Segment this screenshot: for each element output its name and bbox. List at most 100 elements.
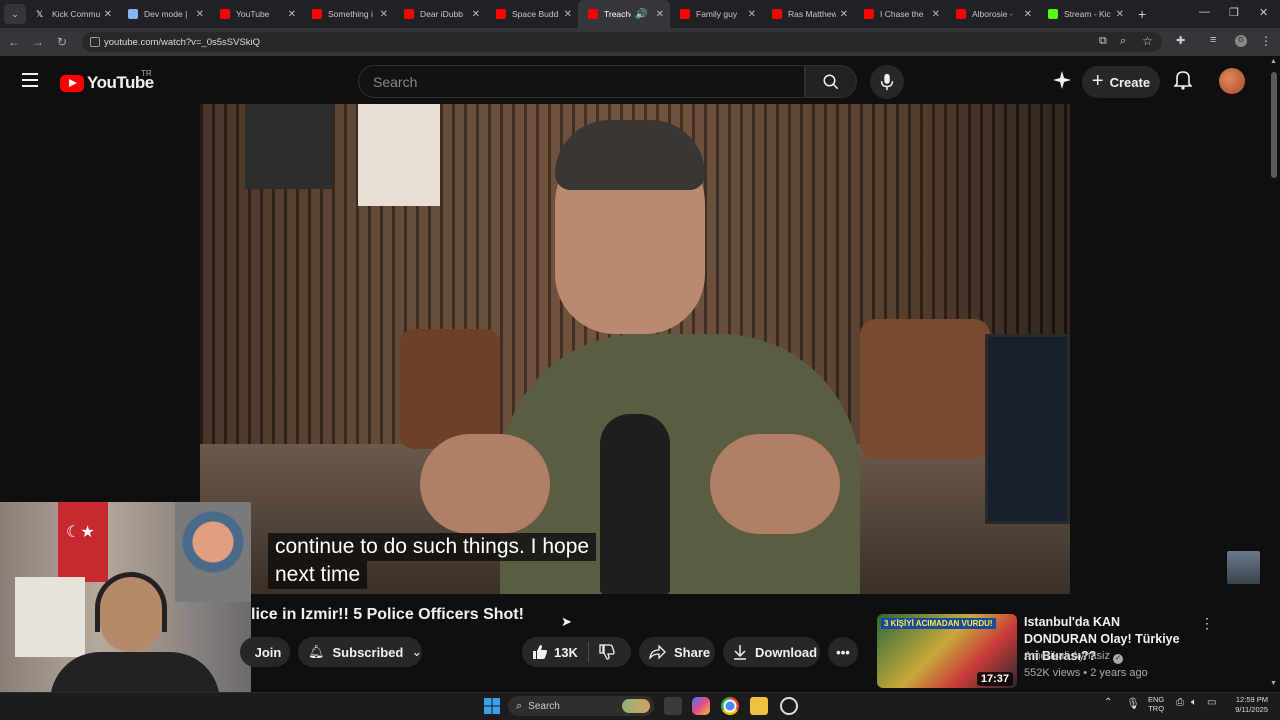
speaker-icon[interactable]: 🔊 — [635, 9, 647, 20]
search-input[interactable]: Search — [358, 65, 805, 98]
browser-tab[interactable]: Ras Matthew ✕ — [762, 0, 854, 28]
scroll-down-icon[interactable]: ▼ — [1270, 680, 1277, 687]
browser-tab-strip: ⌄ 𝕏 Kick Commu ✕ Dev mode | ✕ YouTube ✕ Some… — [0, 0, 1280, 28]
browser-tab[interactable]: Alborosie - ✕ — [946, 0, 1038, 28]
copilot-icon[interactable] — [692, 697, 710, 715]
search-highlight-icon — [622, 699, 650, 713]
close-icon[interactable]: ✕ — [840, 9, 848, 20]
scroll-up-icon[interactable]: ▲ — [1270, 58, 1277, 65]
join-button[interactable]: Join — [240, 637, 290, 667]
subscribed-button[interactable]: 🔔︎ Subscribed ⌄ — [298, 637, 422, 667]
tab-search-chevron-icon[interactable]: ⌄ — [4, 4, 26, 24]
video-frame-hair — [555, 120, 705, 190]
zoom-icon[interactable]: ⌕ — [1120, 35, 1126, 48]
browser-tab[interactable]: Stream - Kic ✕ — [1038, 0, 1130, 28]
extensions-icon[interactable]: ✚ — [1176, 34, 1185, 47]
webcam-board — [15, 577, 85, 657]
close-icon[interactable]: ✕ — [196, 9, 204, 20]
reload-icon[interactable]: ↻ — [50, 35, 74, 49]
taskbar-search-box[interactable]: ⌕ Search — [508, 696, 654, 716]
close-icon[interactable]: ✕ — [1024, 9, 1032, 20]
download-icon — [734, 645, 746, 660]
windows-start-icon[interactable] — [483, 697, 501, 715]
bookmark-star-icon[interactable]: ☆ — [1142, 34, 1153, 48]
youtube-play-icon — [60, 74, 84, 92]
browser-tab[interactable]: I Chase the ✕ — [854, 0, 946, 28]
back-icon[interactable]: ← — [2, 35, 26, 49]
close-icon[interactable]: ✕ — [472, 9, 480, 20]
page-scrollbar[interactable]: ▲ ▼ — [1268, 56, 1280, 692]
language-indicator[interactable]: ENG TRQ — [1148, 695, 1164, 713]
chrome-menu-icon[interactable]: ⋮ — [1260, 34, 1272, 48]
dislike-button[interactable] — [599, 644, 615, 660]
site-info-icon[interactable] — [90, 37, 100, 47]
address-bar[interactable]: youtube.com/watch?v=_0s5sSVSkiQ — [82, 32, 1162, 52]
browser-tab[interactable]: YouTube ✕ — [210, 0, 302, 28]
video-player[interactable] — [200, 104, 1070, 594]
share-button[interactable]: Share — [639, 637, 715, 667]
close-icon[interactable]: ✕ — [656, 9, 664, 20]
close-icon[interactable]: ✕ — [104, 9, 112, 20]
more-vertical-icon[interactable]: ⋮ — [1200, 615, 1214, 632]
search-placeholder: Search — [373, 73, 418, 90]
close-icon[interactable]: ✕ — [1116, 9, 1124, 20]
network-icon[interactable]: ⎙ — [1176, 697, 1184, 708]
tab-label: I Chase the — [880, 9, 924, 19]
battery-icon[interactable]: ▭ — [1207, 697, 1216, 708]
restore-icon[interactable]: ❐ — [1229, 6, 1239, 19]
video-frame-poster — [358, 104, 440, 206]
recommended-channel-name[interactable]: Amerikali Aynasiz ✓ — [1024, 650, 1124, 664]
youtube-logo[interactable]: YouTube — [60, 73, 154, 93]
system-clock[interactable]: 12:59 PM 9/11/2025 — [1222, 695, 1268, 715]
app-icon[interactable] — [780, 697, 798, 715]
download-button[interactable]: Download — [723, 637, 820, 667]
task-view-icon[interactable] — [664, 697, 682, 715]
minimize-icon[interactable]: — — [1199, 6, 1210, 18]
tray-overflow-chevron-icon[interactable]: ⌃ — [1104, 697, 1112, 708]
browser-tab[interactable]: Something i ✕ — [302, 0, 394, 28]
close-icon[interactable]: ✕ — [288, 9, 296, 20]
youtube-icon — [588, 9, 598, 19]
video-frame-chair — [860, 319, 990, 459]
browser-tab-active[interactable]: Treacher 🔊 ✕ — [578, 0, 670, 28]
close-icon[interactable]: ✕ — [932, 9, 940, 20]
window-close-icon[interactable]: ✕ — [1259, 6, 1268, 19]
recommended-video-thumbnail[interactable]: 3 KİŞİYİ ACIMADAN VURDU! 17:37 — [877, 614, 1017, 688]
close-icon[interactable]: ✕ — [564, 9, 572, 20]
url-text: youtube.com/watch?v=_0s5sSVSkiQ — [104, 36, 261, 48]
tab-media-icon[interactable]: ≡ — [1210, 34, 1216, 46]
more-actions-button[interactable]: ••• — [828, 637, 858, 667]
browser-tab[interactable]: Family guy ✕ — [670, 0, 762, 28]
video-title: lice in Izmir!! 5 Police Officers Shot! — [251, 606, 524, 623]
tab-label: Space Budd — [512, 9, 559, 19]
close-icon[interactable]: ✕ — [748, 9, 756, 20]
video-frame-arm — [420, 434, 550, 534]
install-app-icon[interactable]: ⧉ — [1099, 35, 1107, 48]
channel-watermark[interactable] — [1227, 551, 1260, 584]
create-button[interactable]: + Create — [1082, 66, 1160, 98]
sparkle-icon[interactable] — [1052, 70, 1072, 95]
file-explorer-icon[interactable] — [750, 697, 768, 715]
browser-tab[interactable]: Dear iDubb ✕ — [394, 0, 486, 28]
tab-label: Kick Commu — [52, 9, 100, 19]
chrome-icon[interactable] — [721, 697, 739, 715]
search-icon: ⌕ — [516, 699, 523, 712]
hamburger-menu-icon[interactable] — [22, 73, 38, 91]
volume-icon[interactable]: 🔈︎ — [1191, 697, 1197, 708]
video-frame-microphone — [600, 414, 670, 594]
like-dislike-group: 13K — [522, 637, 631, 667]
notifications-bell-icon[interactable] — [1173, 70, 1193, 95]
scrollbar-thumb[interactable] — [1271, 72, 1277, 178]
browser-tab[interactable]: 𝕏 Kick Commu ✕ — [26, 0, 118, 28]
forward-icon[interactable]: → — [26, 35, 50, 49]
search-button[interactable] — [805, 65, 857, 98]
new-tab-icon[interactable]: + — [1138, 6, 1146, 22]
browser-tab[interactable]: Dev mode | ✕ — [118, 0, 210, 28]
profile-avatar-icon[interactable]: G — [1235, 35, 1247, 47]
tray-microphone-icon[interactable]: 🎙︎ — [1126, 697, 1140, 710]
browser-tab[interactable]: Space Budd ✕ — [486, 0, 578, 28]
like-button[interactable]: 13K — [532, 644, 578, 660]
close-icon[interactable]: ✕ — [380, 9, 388, 20]
voice-search-button[interactable] — [870, 65, 904, 99]
avatar[interactable] — [1219, 68, 1245, 94]
